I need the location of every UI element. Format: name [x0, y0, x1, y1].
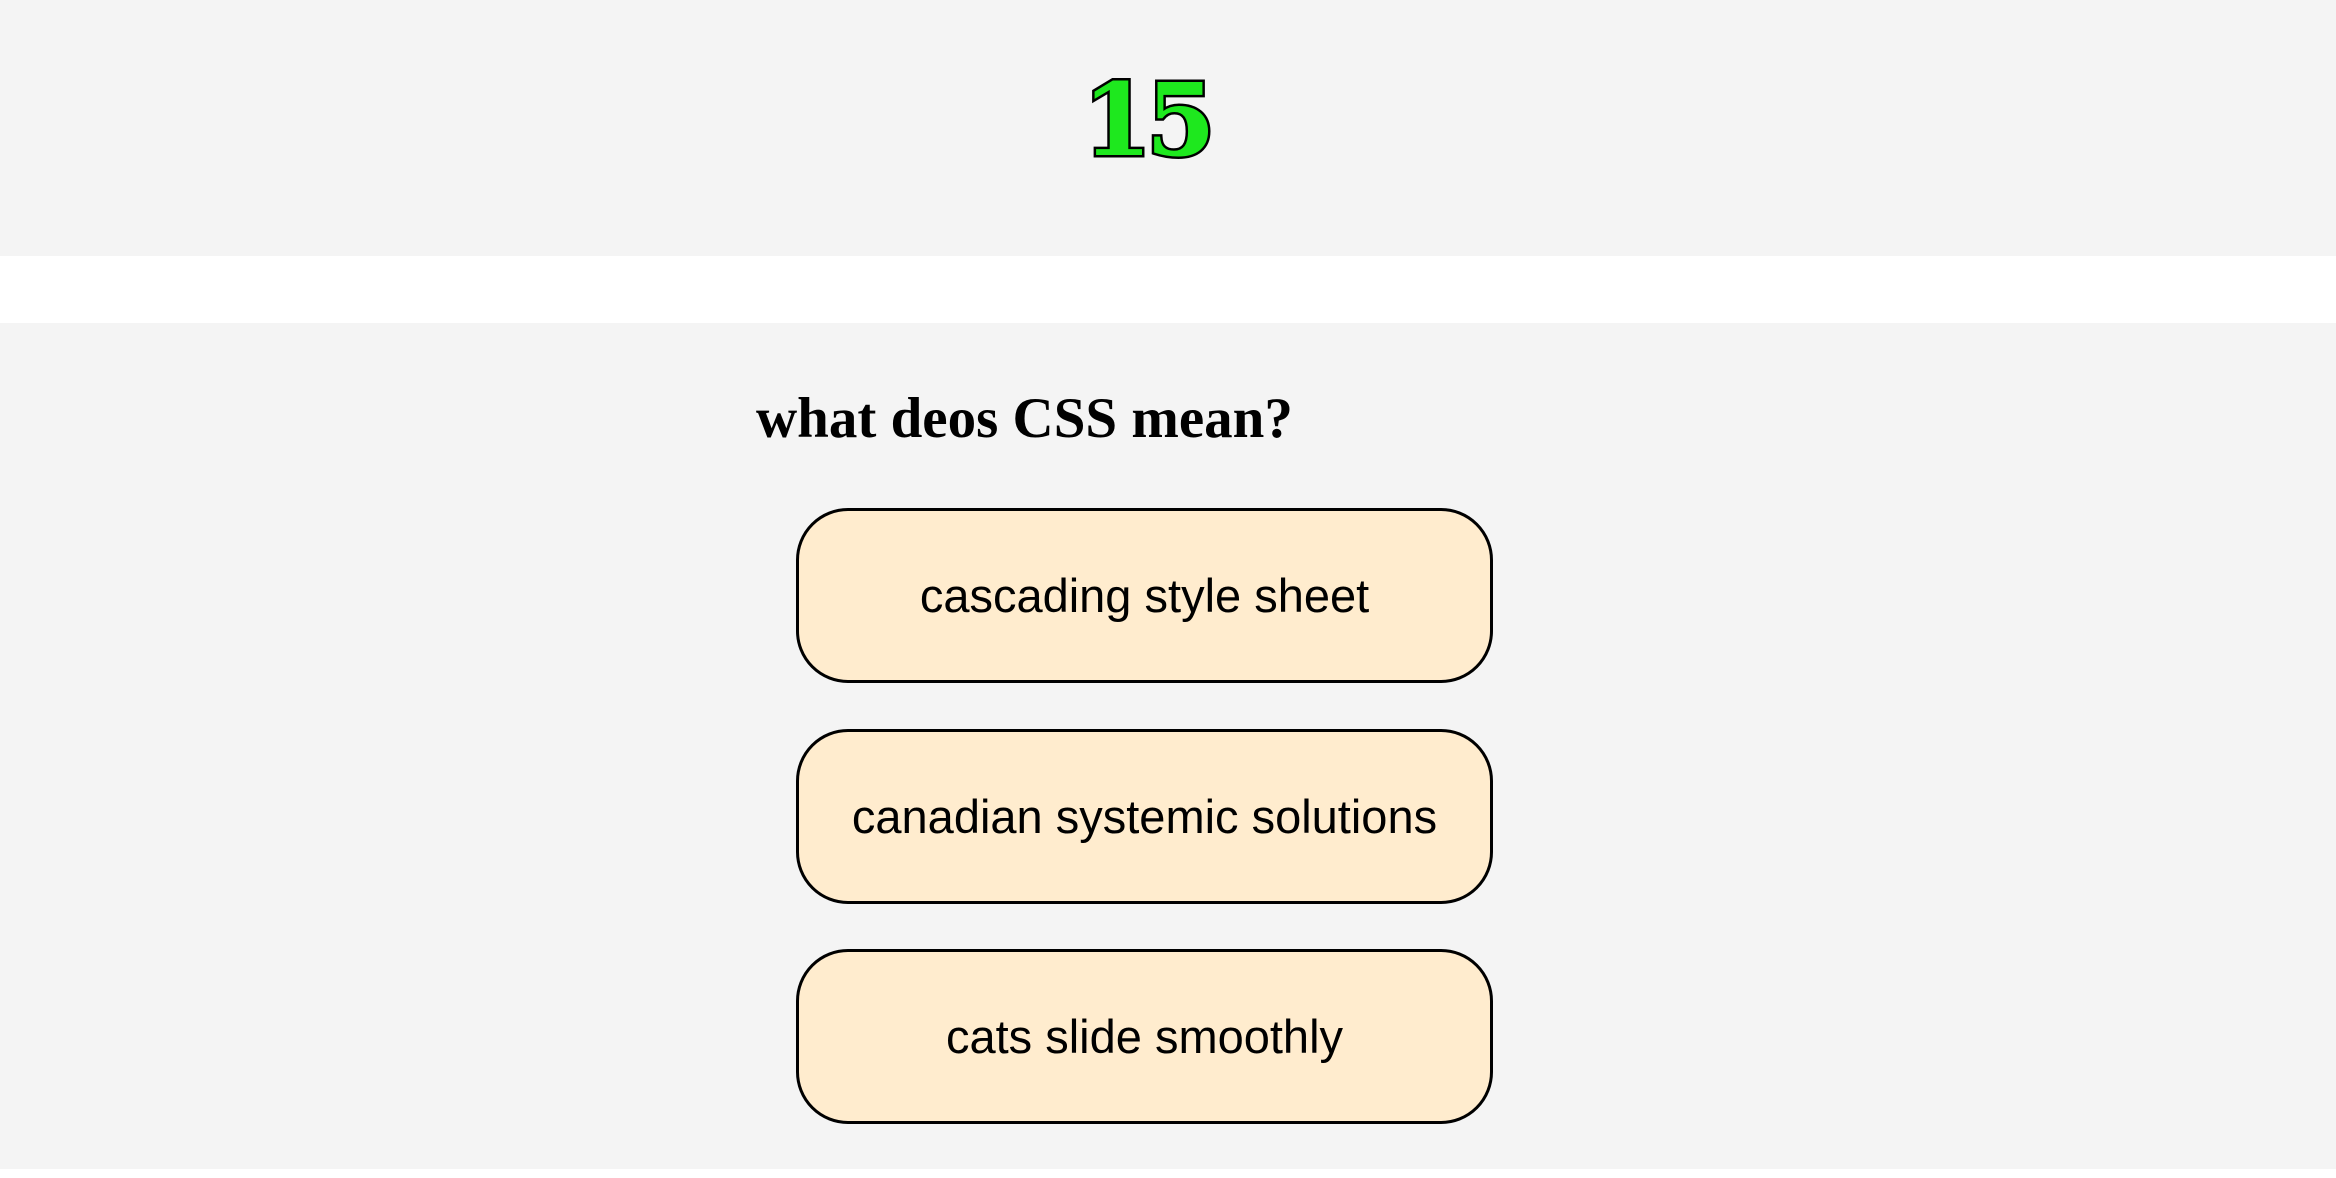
answer-option-label: canadian systemic solutions [851, 790, 1438, 843]
answer-option-2[interactable]: canadian systemic solutions [796, 729, 1493, 904]
answer-option-3[interactable]: cats slide smoothly [796, 949, 1493, 1124]
question-text: what deos CSS mean? [756, 387, 1293, 450]
answer-option-label: cascading style sheet [919, 569, 1370, 622]
quiz-panel: what deos CSS mean? cascading style shee… [0, 323, 2336, 1169]
answer-option-1[interactable]: cascading style sheet [796, 508, 1493, 683]
timer-panel: 15 [0, 0, 2336, 256]
countdown-timer: 15 [1080, 59, 1218, 182]
answer-option-label: cats slide smoothly [945, 1010, 1344, 1063]
